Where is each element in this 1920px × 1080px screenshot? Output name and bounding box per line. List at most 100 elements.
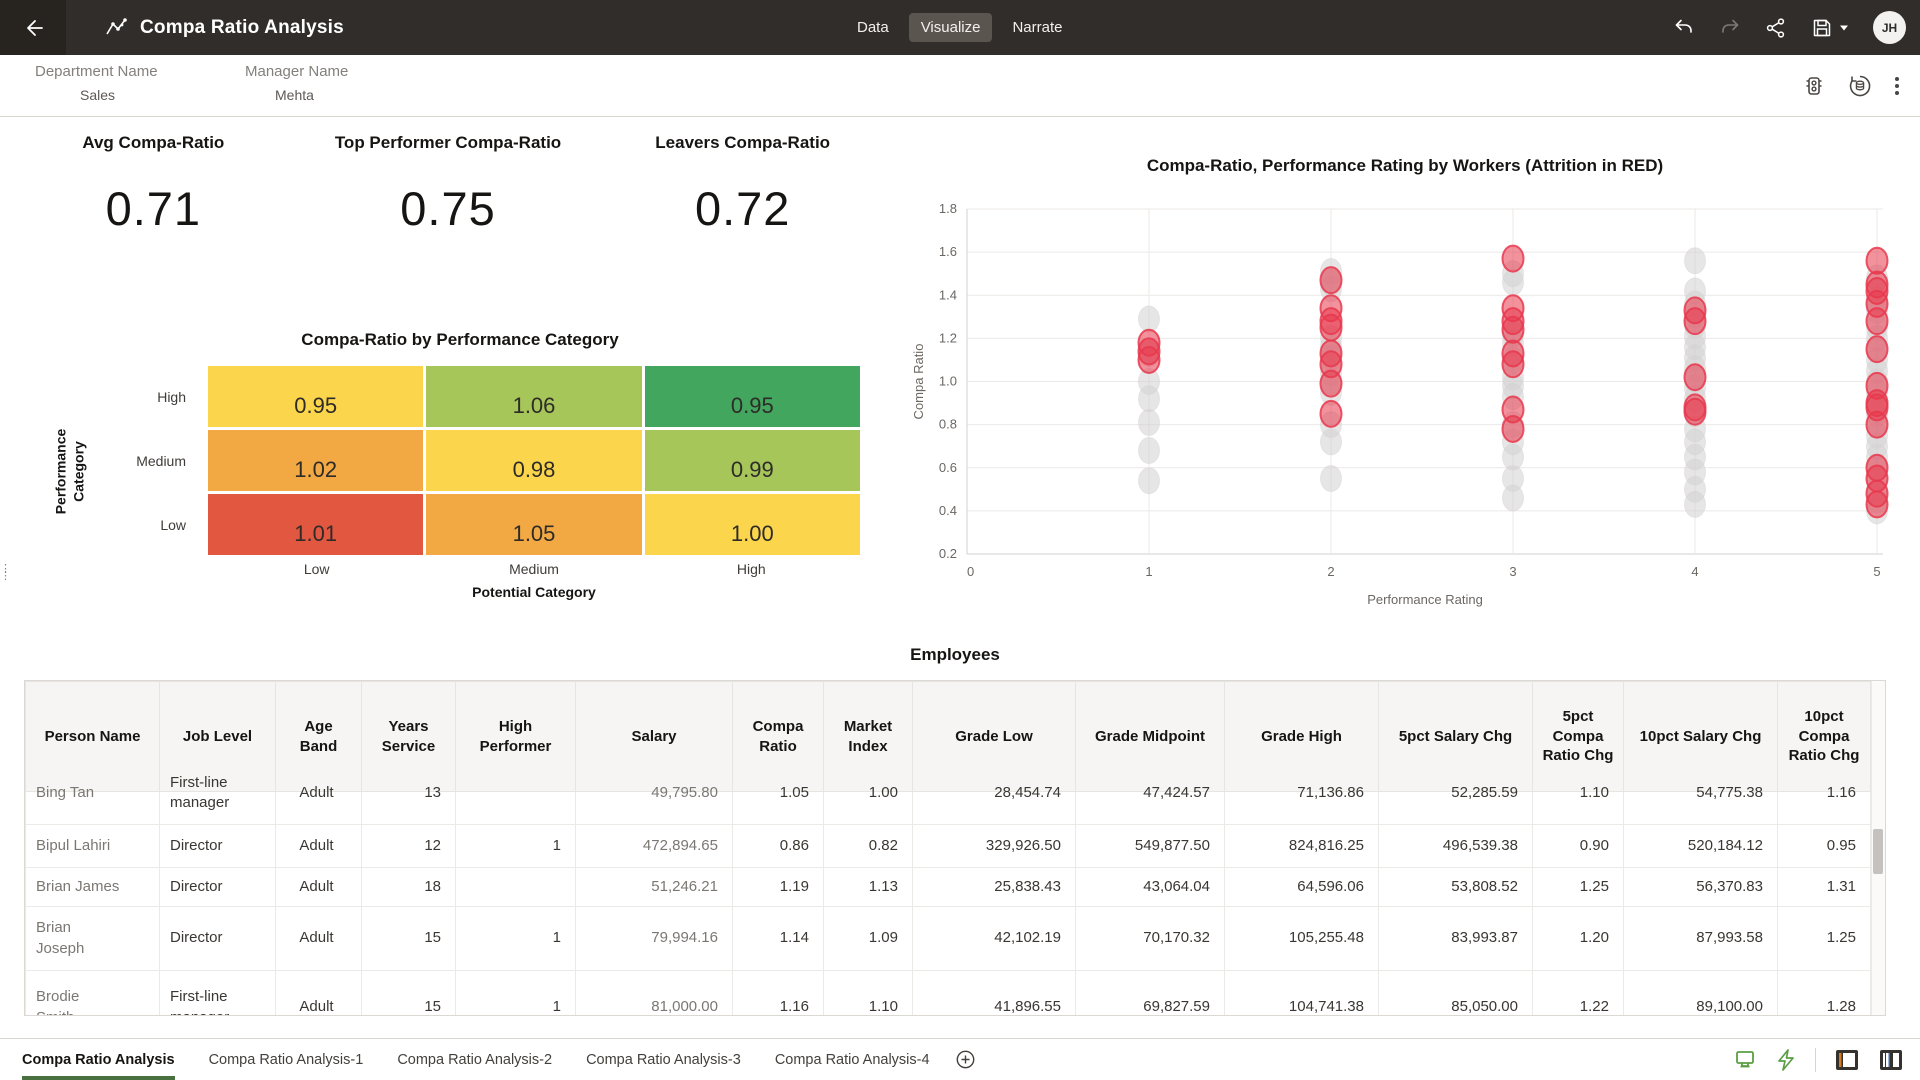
table-cell: 104,741.38 (1225, 971, 1379, 1017)
heatmap-cell[interactable]: 0.95 (208, 366, 423, 427)
scatter-point-attrition[interactable] (1685, 308, 1706, 334)
table-cell: 41,896.55 (913, 971, 1076, 1017)
filter-manager[interactable]: Manager Name Mehta (245, 63, 348, 103)
heatmap-cell[interactable]: 1.00 (645, 494, 860, 555)
scatter-plot[interactable]: 0.20.40.60.81.01.21.41.61.8012345Compa R… (905, 184, 1905, 624)
scatter-point-attrition[interactable] (1503, 246, 1524, 272)
heatmap-column-labels: LowMediumHigh (208, 561, 860, 577)
scatter-point-attrition[interactable] (1321, 267, 1342, 293)
y-tick-label: 1.2 (939, 330, 957, 345)
scatter-point-attrition[interactable] (1867, 412, 1888, 438)
refresh-data-icon[interactable] (1848, 74, 1872, 98)
canvas-tab[interactable]: Compa Ratio Analysis-1 (209, 1039, 364, 1080)
table-cell: Adult (276, 868, 362, 907)
heatmap-cell[interactable]: 0.99 (645, 430, 860, 491)
undo-button[interactable] (1673, 17, 1695, 39)
scatter-point-active[interactable] (1321, 429, 1342, 455)
heatmap-row-label: Low (90, 494, 208, 555)
avatar[interactable]: JH (1873, 11, 1906, 44)
canvas-tab[interactable]: Compa Ratio Analysis-3 (586, 1039, 741, 1080)
y-tick-label: 0.2 (939, 546, 957, 561)
canvas-tab[interactable]: Compa Ratio Analysis-2 (397, 1039, 552, 1080)
table-row[interactable]: Bipul LahiriDirectorAdult121472,894.650.… (26, 825, 1871, 868)
auto-insights-icon[interactable] (1775, 1048, 1797, 1072)
scatter-point-attrition[interactable] (1503, 416, 1524, 442)
table-cell: 1.28 (1778, 971, 1871, 1017)
heatmap-cell[interactable]: 1.05 (426, 494, 641, 555)
table-cell: 1.05 (733, 792, 824, 825)
share-button[interactable] (1765, 17, 1787, 39)
table-cell: Brodie Smith (26, 971, 160, 1017)
scatter-point-attrition[interactable] (1321, 401, 1342, 427)
scatter-point-active[interactable] (1139, 468, 1160, 494)
y-tick-label: 0.8 (939, 417, 957, 432)
back-button[interactable] (0, 0, 66, 55)
table-row[interactable]: Brian JamesDirectorAdult1851,246.211.191… (26, 868, 1871, 907)
mode-tab-visualize[interactable]: Visualize (909, 13, 993, 42)
scatter-point-active[interactable] (1503, 485, 1524, 511)
table-cell: 1.20 (1533, 907, 1624, 971)
kpi-tile[interactable]: Avg Compa-Ratio0.71 (6, 133, 301, 236)
scatter-point-attrition[interactable] (1503, 351, 1524, 377)
table-cell: 1.31 (1778, 868, 1871, 907)
scatter-point-attrition[interactable] (1321, 371, 1342, 397)
heatmap-cell[interactable]: 0.98 (426, 430, 641, 491)
scatter-point-attrition[interactable] (1867, 336, 1888, 362)
scatter-point-active[interactable] (1139, 306, 1160, 332)
save-button[interactable] (1811, 17, 1849, 39)
canvas-tab[interactable]: Compa Ratio Analysis-4 (775, 1039, 930, 1080)
table-cell: Adult (276, 825, 362, 868)
scatter-point-active[interactable] (1503, 269, 1524, 295)
scatter-point-attrition[interactable] (1867, 491, 1888, 517)
scatter-point-active[interactable] (1321, 466, 1342, 492)
scatter-point-attrition[interactable] (1139, 347, 1160, 373)
scatter-point-active[interactable] (1139, 409, 1160, 435)
scatter-point-active[interactable] (1685, 248, 1706, 274)
scatter-point-attrition[interactable] (1503, 317, 1524, 343)
filter-bar: Department Name Sales Manager Name Mehta (0, 55, 1920, 117)
top-bar: Compa Ratio Analysis DataVisualizeNarrat… (0, 0, 1920, 55)
table-cell: 49,795.80 (576, 792, 733, 825)
heatmap-cell[interactable]: 1.06 (426, 366, 641, 427)
heatmap-column-label: Medium (425, 561, 642, 577)
table-cell: 64,596.06 (1225, 868, 1379, 907)
mode-tab-narrate[interactable]: Narrate (1000, 13, 1074, 42)
canvas-menu-kebab-icon[interactable] (1894, 74, 1900, 98)
table-cell: Brian Joseph (26, 907, 160, 971)
add-canvas-button[interactable] (956, 1050, 975, 1069)
table-cell: 1.10 (1533, 792, 1624, 825)
scatter-point-active[interactable] (1685, 491, 1706, 517)
table-scrollbar-track[interactable] (1871, 681, 1885, 1016)
layout-panel-split-icon[interactable] (1878, 1048, 1904, 1072)
table-cell: 56,370.83 (1624, 868, 1778, 907)
scatter-point-attrition[interactable] (1867, 248, 1888, 274)
canvas-tab[interactable]: Compa Ratio Analysis (22, 1039, 175, 1080)
table-cell: Adult (276, 971, 362, 1017)
limit-values-icon[interactable] (1802, 74, 1826, 98)
table-cell: Adult (276, 907, 362, 971)
heatmap-cell[interactable]: 1.02 (208, 430, 423, 491)
scatter-point-active[interactable] (1139, 438, 1160, 464)
scatter-point-active[interactable] (1139, 386, 1160, 412)
table-cell: 12 (362, 825, 456, 868)
scatter-point-attrition[interactable] (1685, 399, 1706, 425)
scatter-point-attrition[interactable] (1867, 308, 1888, 334)
panel-resize-handle[interactable]: ⋮⋮ (0, 566, 11, 580)
table-row[interactable]: Brodie SmithFirst-line managerAdult15181… (26, 971, 1871, 1017)
table-scrollbar-thumb[interactable] (1873, 829, 1883, 874)
present-mode-icon[interactable] (1733, 1048, 1757, 1072)
kpi-tile[interactable]: Leavers Compa-Ratio0.72 (595, 133, 890, 236)
x-tick-label: 0 (967, 564, 974, 579)
layout-panel-left-icon[interactable] (1834, 1048, 1860, 1072)
table-row[interactable]: Bing TanFirst-line managerAdult1349,795.… (26, 792, 1871, 825)
scatter-point-attrition[interactable] (1685, 364, 1706, 390)
heatmap-cell[interactable]: 1.01 (208, 494, 423, 555)
mode-tab-data[interactable]: Data (845, 13, 901, 42)
scatter-point-attrition[interactable] (1321, 315, 1342, 341)
scatter-y-axis-title: Compa Ratio (911, 344, 926, 420)
heatmap-cell[interactable]: 0.95 (645, 366, 860, 427)
kpi-tile[interactable]: Top Performer Compa-Ratio0.75 (301, 133, 596, 236)
redo-button[interactable] (1719, 17, 1741, 39)
table-row[interactable]: Brian JosephDirectorAdult15179,994.161.1… (26, 907, 1871, 971)
filter-department[interactable]: Department Name Sales (35, 63, 158, 103)
